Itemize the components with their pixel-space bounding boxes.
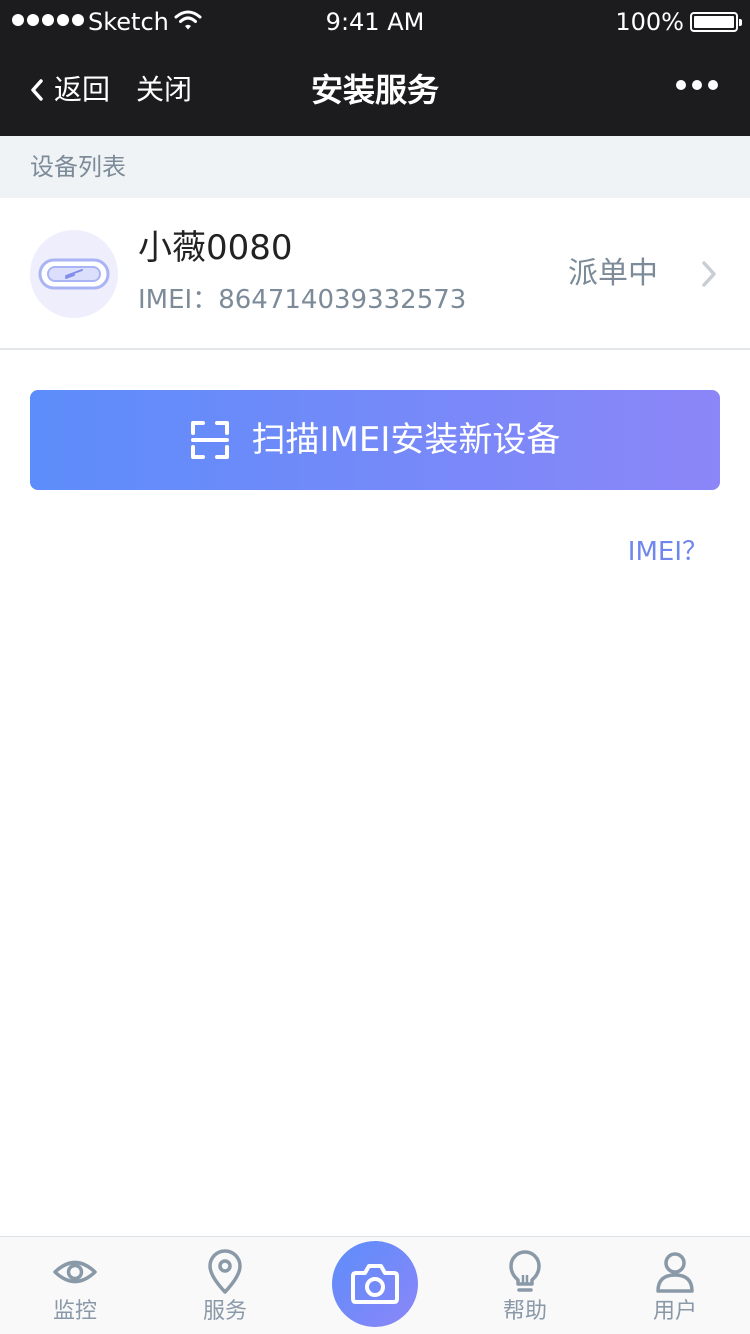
scan-icon — [190, 421, 229, 459]
lightbulb-icon — [509, 1250, 541, 1292]
device-list-item[interactable]: 小薇0080 IMEI：864714039332573 派单中 — [0, 198, 750, 350]
scan-button-label: 扫描IMEI安装新设备 — [251, 420, 561, 460]
camera-icon — [351, 1264, 399, 1304]
imei-help-link[interactable]: IMEI？ — [628, 536, 708, 568]
tab-help[interactable]: 帮助 — [450, 1237, 600, 1334]
eye-icon — [53, 1260, 97, 1284]
chevron-right-icon — [702, 261, 716, 287]
battery-icon — [690, 12, 742, 32]
device-list-header: 设备列表 — [0, 136, 750, 198]
page-title: 安装服务 — [310, 71, 439, 109]
battery-percentage: 100% — [615, 8, 684, 36]
scan-imei-button[interactable]: 扫描IMEI安装新设备 — [30, 390, 720, 490]
status-bar: Sketch 9:41 AM 100% — [0, 0, 750, 44]
tab-label: 监控 — [52, 1299, 97, 1324]
tab-monitor[interactable]: 监控 — [0, 1237, 150, 1334]
tab-label: 用户 — [652, 1299, 697, 1324]
section-title: 设备列表 — [30, 153, 126, 181]
tab-label: 帮助 — [502, 1299, 547, 1324]
device-imei: IMEI：864714039332573 — [138, 285, 467, 315]
install-service-screen: Sketch 9:41 AM 100% 返回 关闭 安装服务 设备列表 小薇00… — [0, 0, 750, 1334]
tab-service[interactable]: 服务 — [150, 1237, 300, 1334]
more-options-icon[interactable] — [676, 80, 718, 90]
device-status: 派单中 — [568, 256, 658, 291]
camera-button[interactable] — [332, 1241, 418, 1327]
device-tracker-icon — [38, 258, 110, 290]
device-avatar — [30, 230, 118, 318]
top-bar: Sketch 9:41 AM 100% 返回 关闭 安装服务 — [0, 0, 750, 136]
navigation-bar: 返回 关闭 安装服务 — [0, 44, 750, 136]
tab-user[interactable]: 用户 — [600, 1237, 750, 1334]
device-name: 小薇0080 — [138, 228, 293, 268]
location-pin-icon — [208, 1249, 242, 1294]
tab-label: 服务 — [202, 1299, 247, 1324]
user-icon — [656, 1252, 694, 1293]
